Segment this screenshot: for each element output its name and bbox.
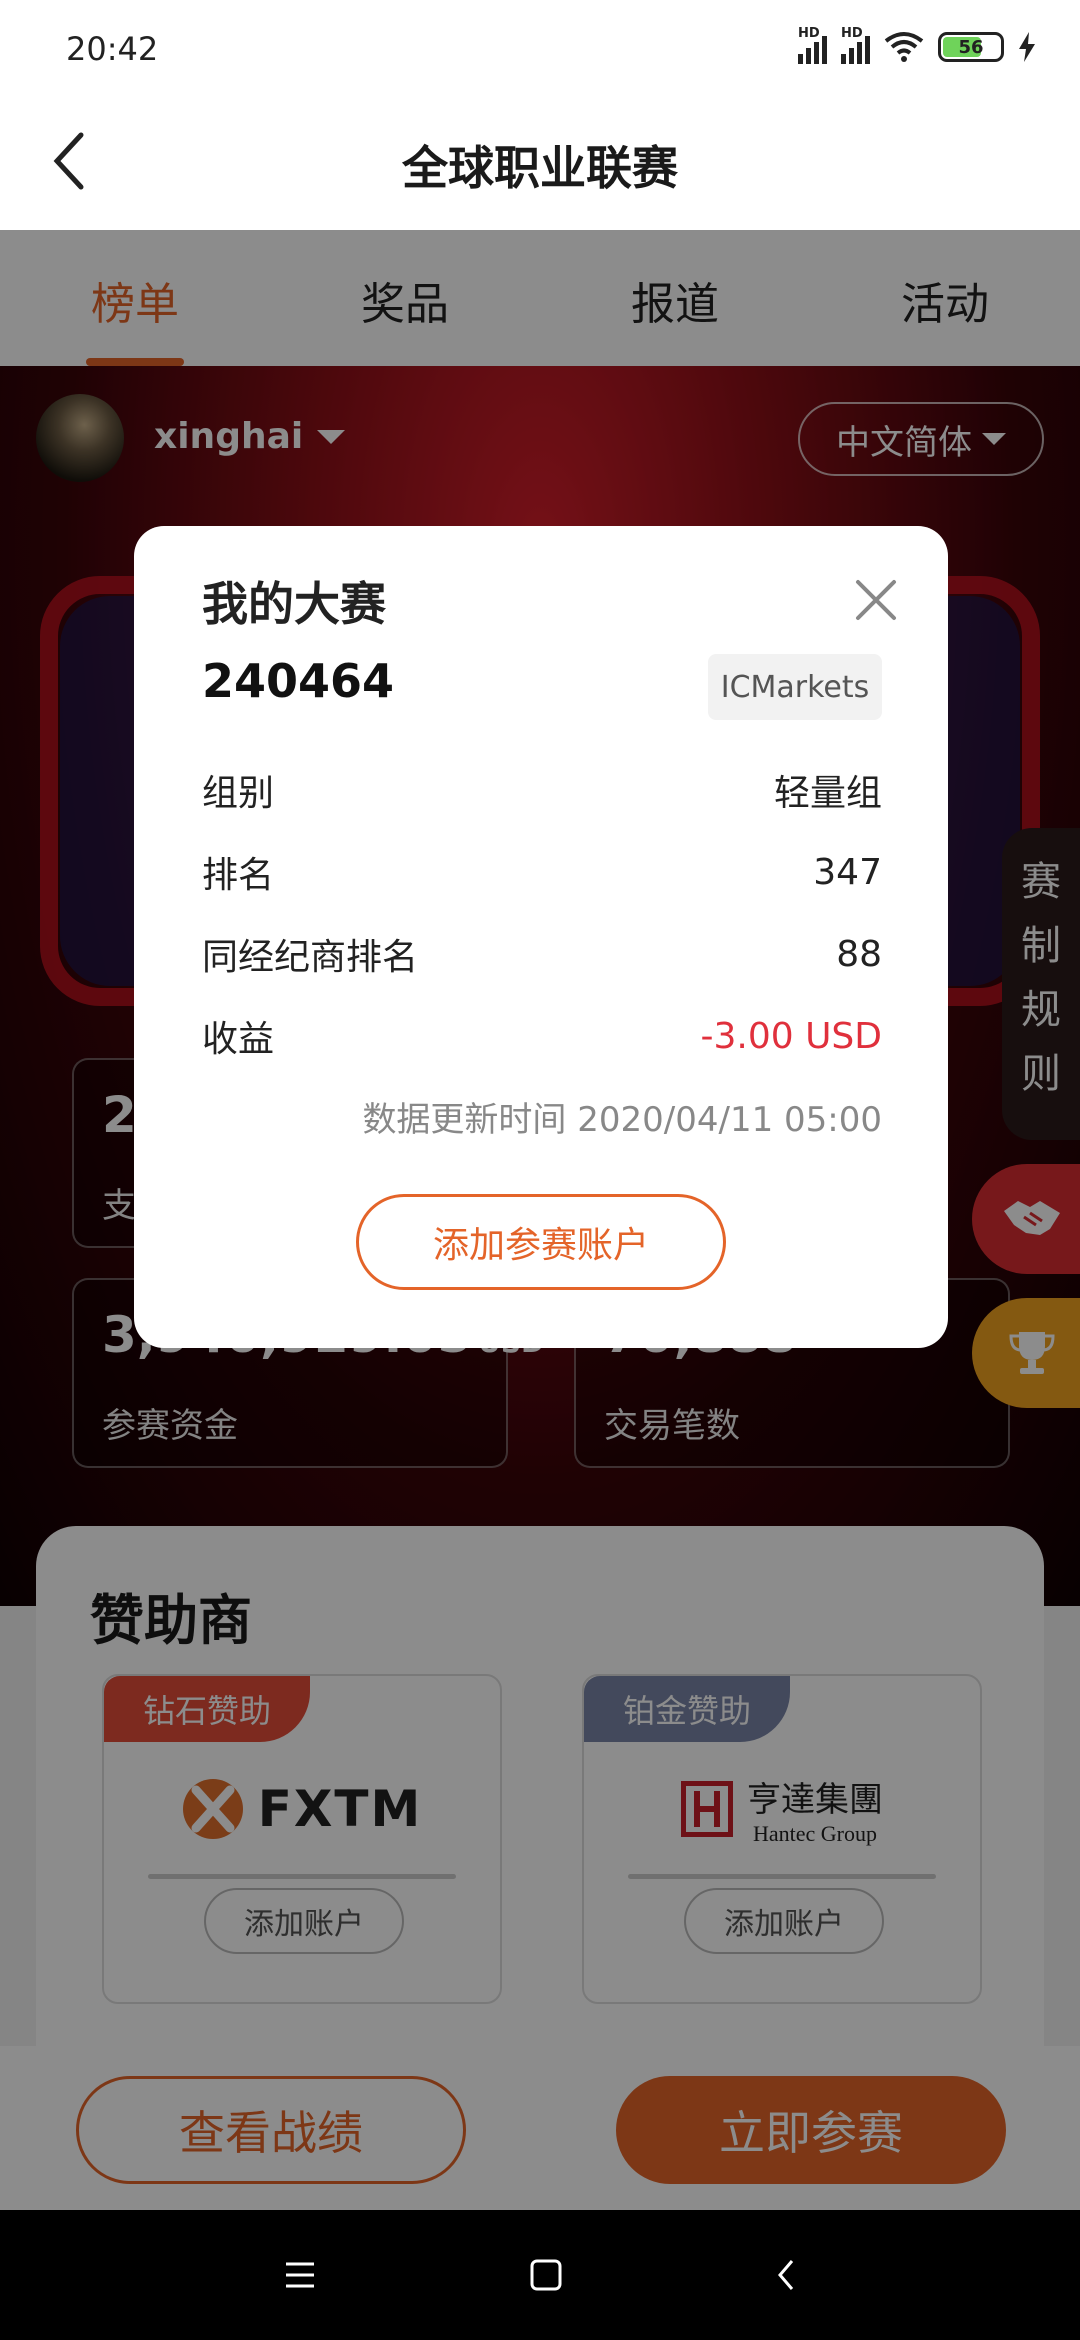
info-row-group: 组别 轻量组	[202, 762, 882, 818]
battery-icon: 56	[938, 32, 1004, 62]
status-bar: 20:42 HD HD 56	[0, 0, 1080, 96]
close-icon	[856, 580, 896, 620]
charging-icon	[1019, 32, 1035, 62]
row-value: 347	[813, 851, 882, 893]
info-row-profit: 收益 -3.00 USD	[202, 1008, 882, 1064]
row-label: 组别	[202, 773, 275, 814]
menu-icon[interactable]	[282, 2260, 318, 2290]
app-screen: 20:42 HD HD 56 全球职业联赛 榜单 奖品 报道 活动 xingha…	[0, 0, 1080, 2340]
battery-level: 56	[958, 36, 984, 58]
app-header: 全球职业联赛	[0, 96, 1080, 230]
signal-icon: HD	[841, 26, 870, 64]
broker-tag: ICMarkets	[708, 654, 882, 720]
add-contest-account-button[interactable]: 添加参赛账户	[356, 1194, 726, 1290]
row-label: 同经纪商排名	[202, 937, 419, 978]
info-row-broker-rank: 同经纪商排名 88	[202, 926, 882, 982]
home-icon[interactable]	[528, 2257, 564, 2293]
page-title: 全球职业联赛	[402, 141, 678, 195]
row-label: 收益	[202, 1019, 275, 1060]
row-value: 88	[836, 933, 882, 975]
back-nav-icon[interactable]	[774, 2257, 798, 2293]
account-number: 240464	[202, 654, 395, 708]
info-row-rank: 排名 347	[202, 844, 882, 900]
signal-label: HD	[841, 26, 863, 41]
status-time: 20:42	[66, 30, 159, 68]
signal-icon: HD	[798, 26, 827, 64]
close-button[interactable]	[846, 570, 906, 630]
row-value: 轻量组	[773, 773, 882, 814]
wifi-icon	[884, 32, 924, 62]
my-contest-dialog: 我的大赛 240464 ICMarkets 组别 轻量组 排名 347 同经纪商…	[134, 526, 948, 1348]
profit-value: -3.00 USD	[700, 1015, 882, 1057]
update-time: 数据更新时间 2020/04/11 05:00	[362, 1100, 882, 1140]
dialog-title: 我的大赛	[202, 577, 386, 631]
status-icons: HD HD 56	[798, 26, 1036, 64]
signal-label: HD	[798, 26, 820, 41]
row-label: 排名	[202, 855, 275, 896]
system-nav-bar	[0, 2210, 1080, 2340]
